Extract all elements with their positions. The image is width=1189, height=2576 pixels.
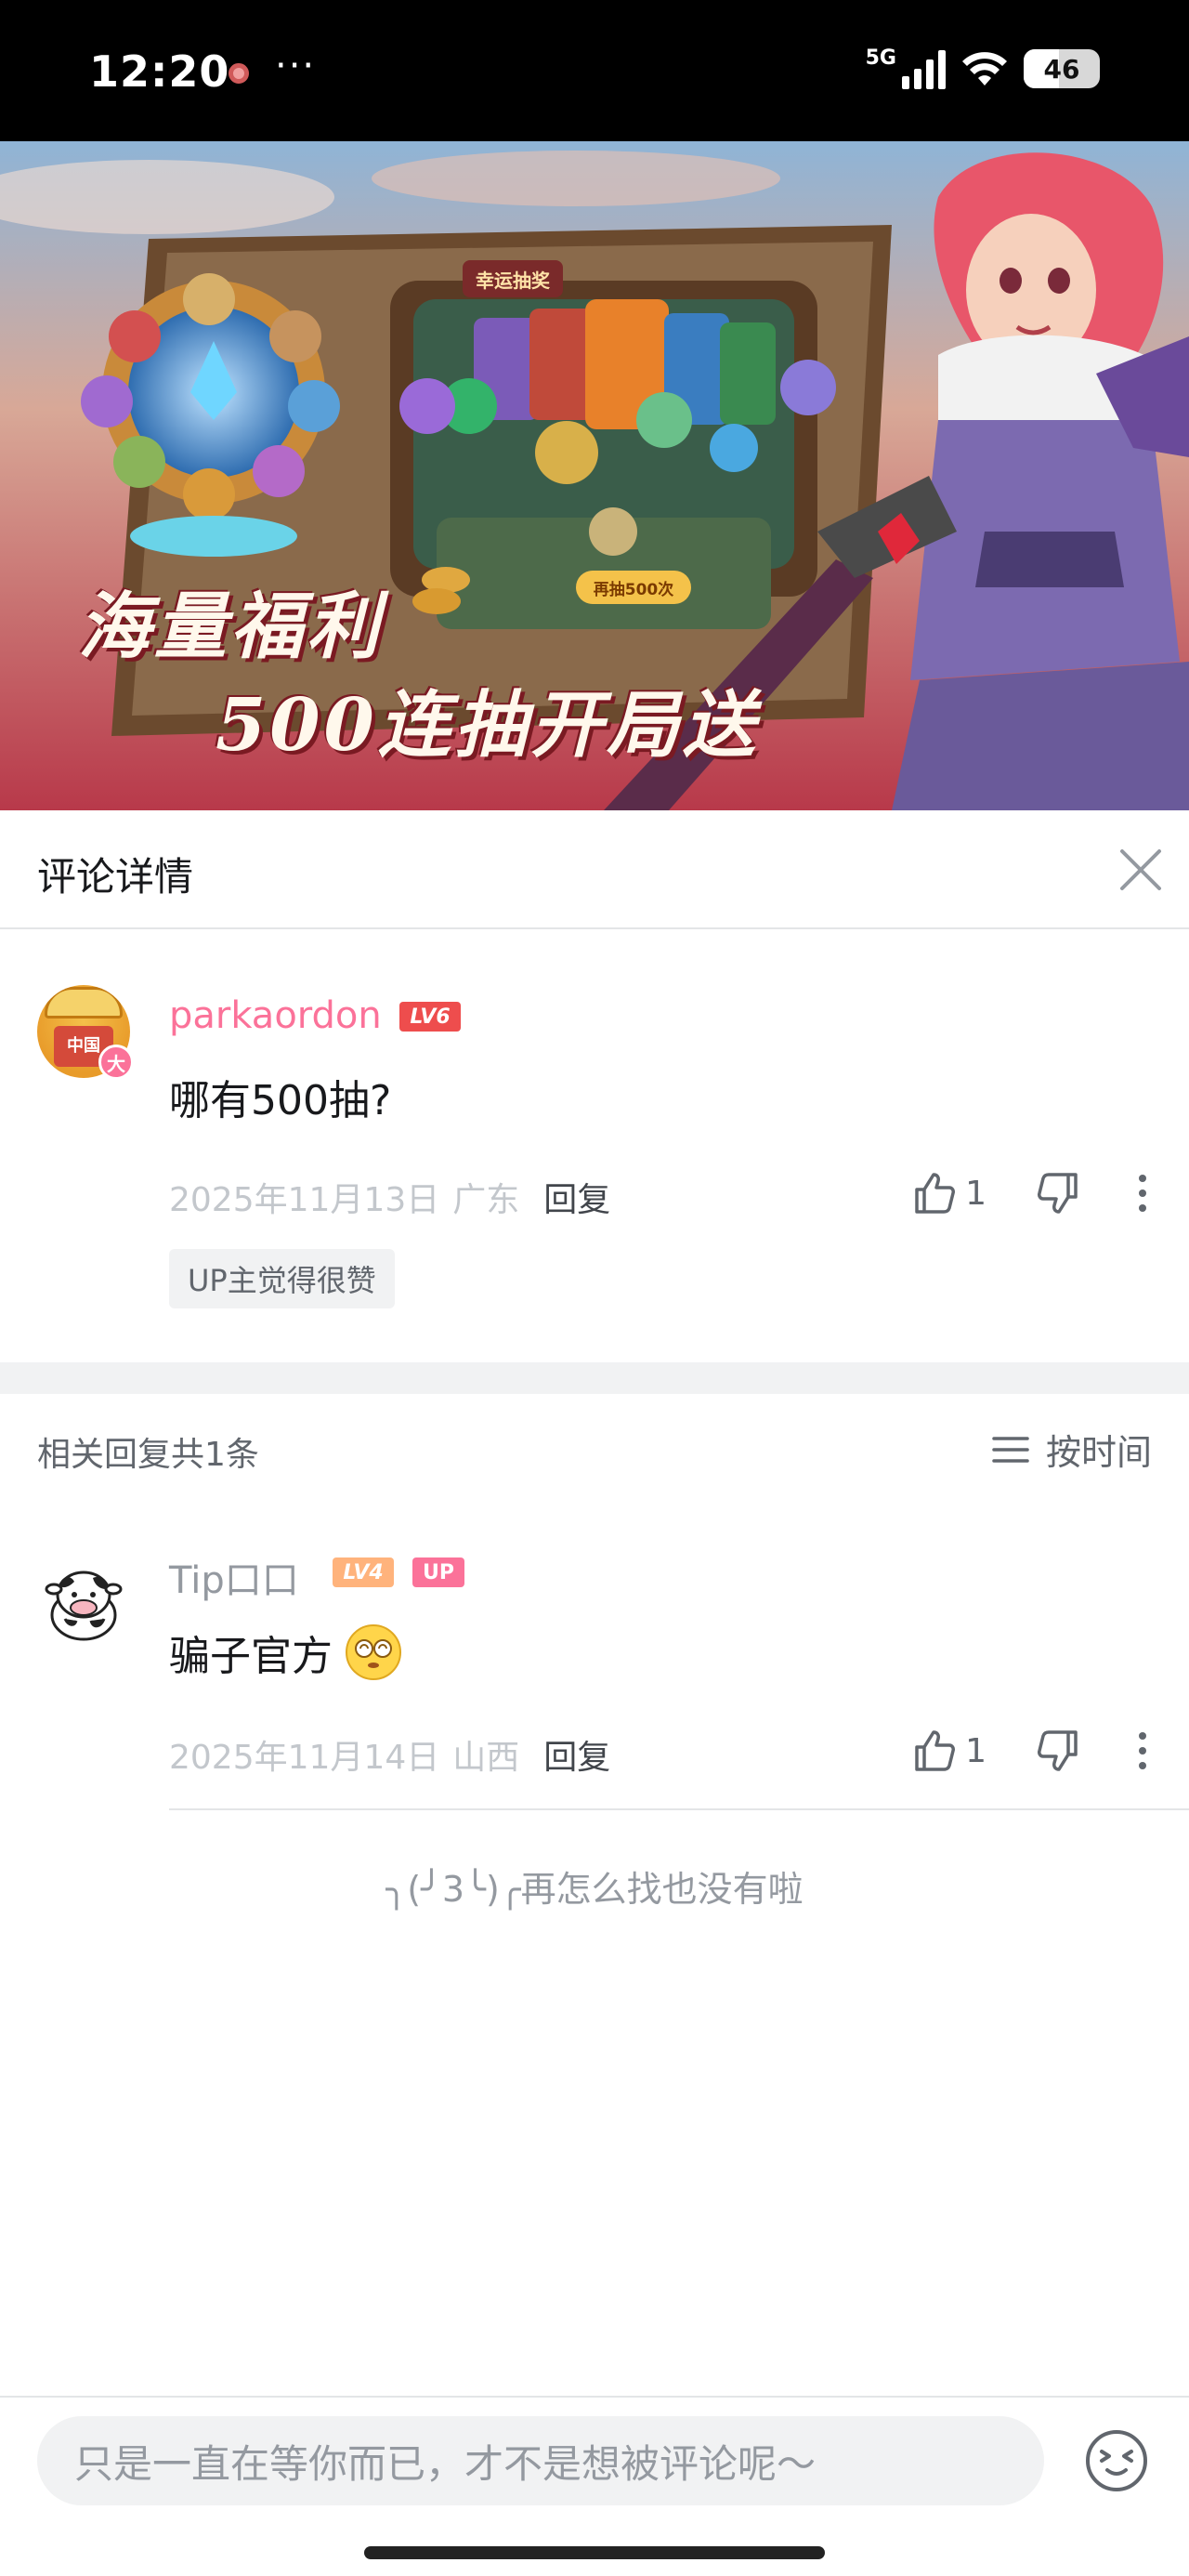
lucky-draw-label: 幸运抽奖: [463, 260, 563, 297]
up-badge: UP: [412, 1557, 464, 1587]
comment-text-row: 骗子官方: [169, 1623, 403, 1682]
username[interactable]: parkaordon: [169, 994, 382, 1037]
up-liked-tag: UP主觉得很赞: [169, 1249, 395, 1308]
status-time: 12:20: [89, 46, 230, 97]
home-indicator: [364, 2546, 825, 2559]
comment-meta: 2025年11月13日 广东 回复: [169, 1173, 610, 1221]
more-options-icon[interactable]: [1118, 1727, 1167, 1775]
comment-date: 2025年11月13日: [169, 1181, 440, 1219]
avatar[interactable]: [37, 1557, 130, 1650]
sort-by-time-button[interactable]: 按时间: [990, 1424, 1152, 1475]
game-ad-banner[interactable]: 幸运抽奖 再抽500次 海量福利 500连抽开局送: [0, 141, 1189, 810]
sort-label: 按时间: [1045, 1432, 1152, 1473]
emoji-icon[interactable]: [1083, 2427, 1150, 2494]
like-count: 1: [965, 1174, 986, 1213]
comment-location: 山西: [452, 1739, 520, 1777]
reply-button[interactable]: 回复: [543, 1173, 610, 1221]
close-icon[interactable]: [1117, 846, 1165, 894]
banner-subheadline: 500连抽开局送: [216, 683, 759, 768]
comment-text: 骗子官方: [169, 1633, 333, 1680]
avatar[interactable]: 中国 大: [37, 985, 134, 1080]
thumbs-down-icon[interactable]: [1035, 1727, 1083, 1775]
comment-detail-header: 评论详情: [0, 810, 1189, 929]
comment-actions: 1: [909, 1727, 1189, 1775]
status-indicators: 5G 46: [865, 46, 1100, 89]
battery-icon: 46: [1024, 49, 1100, 88]
cow-avatar-image: [37, 1557, 130, 1650]
comment-input-bar: 只是一直在等你而已，才不是想被评论呢～: [0, 2396, 1189, 2576]
thumbs-up-icon[interactable]: [909, 1169, 958, 1217]
end-of-list-text: ╮(╯3╰)╭再怎么找也没有啦: [385, 1869, 804, 1910]
page-title: 评论详情: [37, 854, 194, 900]
signal-icon: [902, 48, 946, 89]
comment-input[interactable]: 只是一直在等你而已，才不是想被评论呢～: [37, 2416, 1044, 2505]
notification-dot-icon: [229, 63, 249, 84]
thumbs-down-icon[interactable]: [1035, 1169, 1083, 1217]
status-more-icon: ···: [275, 45, 317, 87]
avatar-badge: 大: [98, 1045, 134, 1080]
draw-again-label: 再抽500次: [576, 571, 691, 604]
network-label: 5G: [865, 46, 896, 70]
comment-location: 广东: [452, 1181, 520, 1219]
reply-divider: [169, 1808, 1189, 1810]
comment-date: 2025年11月14日: [169, 1739, 440, 1777]
banner-headline: 海量福利: [78, 585, 384, 669]
level-badge: LV4: [333, 1557, 394, 1587]
comment-meta: 2025年11月14日 山西 回复: [169, 1730, 610, 1779]
reply-button[interactable]: 回复: [543, 1730, 610, 1779]
wifi-icon: [962, 52, 1007, 85]
comment-actions: 1: [909, 1169, 1189, 1217]
section-divider: [0, 1362, 1189, 1394]
more-options-icon[interactable]: [1118, 1169, 1167, 1217]
like-count: 1: [965, 1731, 986, 1770]
replies-count: 相关回复共1条: [37, 1436, 259, 1474]
sort-icon: [992, 1436, 1029, 1463]
username[interactable]: Tip口口: [169, 1550, 299, 1604]
battery-level: 46: [1043, 53, 1080, 85]
thumbs-up-icon[interactable]: [909, 1727, 958, 1775]
dazed-emoji-icon: [346, 1624, 401, 1680]
level-badge: LV6: [399, 1002, 461, 1032]
status-bar: 12:20 ··· 5G 46: [0, 0, 1189, 141]
comment-text: 哪有500抽?: [169, 1077, 392, 1124]
